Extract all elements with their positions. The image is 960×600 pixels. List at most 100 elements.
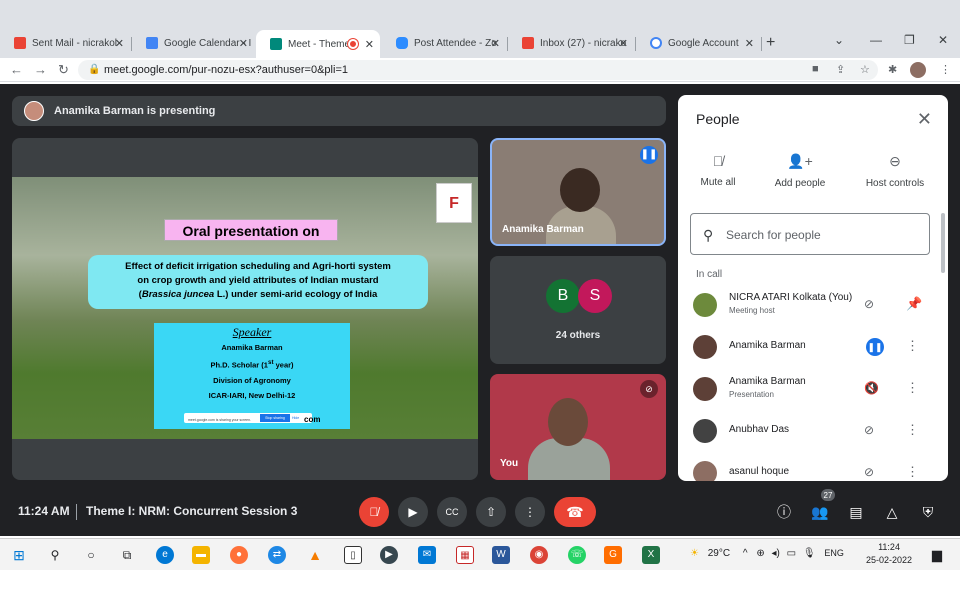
battery-icon[interactable]: ▭ (787, 548, 796, 559)
mic-off-icon[interactable]: ⊘ (864, 465, 874, 479)
mic-off-icon: 🎙̸ (712, 153, 724, 169)
participant-row[interactable]: Anamika Barman Presentation 🔇 ⋮ (678, 369, 948, 409)
audio-off-icon[interactable]: 🔇 (864, 381, 879, 395)
tab-google-calendar[interactable]: Google Calendar - I ✕ (132, 32, 254, 54)
scrollbar[interactable] (941, 213, 945, 273)
taskbar-clock[interactable]: 11:24 25-02-2022 (866, 541, 912, 567)
network-icon[interactable]: ⊕ (756, 548, 764, 559)
more-options-icon[interactable]: ⋮ (906, 464, 919, 480)
leave-call-button[interactable]: ☎ (554, 497, 596, 527)
close-icon[interactable]: ✕ (115, 37, 124, 50)
presenter-tile[interactable]: ❚❚ Anamika Barman (490, 138, 666, 246)
chevron-down-icon[interactable]: ⌄ (834, 33, 844, 47)
mic-off-icon[interactable]: ⊘ (864, 423, 874, 437)
close-window-icon[interactable]: ✕ (938, 33, 948, 47)
chevron-up-icon[interactable]: ^ (743, 548, 748, 559)
more-options-button[interactable]: ⋮ (515, 497, 545, 527)
weather-icon[interactable]: ☀ (690, 548, 699, 559)
hide-button[interactable]: Hide (292, 414, 299, 422)
activities-icon[interactable]: △ (882, 502, 902, 522)
more-options-icon[interactable]: ⋮ (906, 422, 919, 438)
tab-inbox[interactable]: Inbox (27) - nicrako ✕ (508, 32, 634, 54)
captions-button[interactable]: CC (437, 497, 467, 527)
minimize-icon[interactable]: — (870, 33, 882, 47)
host-controls-button[interactable]: ⊖ Host controls (850, 153, 940, 189)
volume-icon[interactable]: ◂) (772, 548, 780, 559)
whatsapp-icon[interactable]: ☏ (568, 546, 586, 564)
close-icon[interactable]: ✕ (365, 38, 374, 51)
more-options-icon[interactable]: ⋮ (906, 338, 919, 354)
mic-tray-icon[interactable]: 🎙 (803, 548, 816, 559)
notifications-icon[interactable]: ▆ (928, 546, 946, 564)
camera-icon[interactable]: ■ (812, 63, 819, 75)
avatar (693, 293, 717, 317)
close-icon[interactable]: ✕ (745, 37, 754, 50)
edge-icon[interactable]: e (156, 546, 174, 564)
windows-start-icon[interactable]: ⊞ (10, 546, 28, 564)
audio-level-icon: ❚❚ (640, 146, 658, 164)
tab-sent-mail[interactable]: Sent Mail - nicrakol ✕ (0, 32, 130, 54)
tab-post-attendee[interactable]: Post Attendee - Zo ✕ (382, 32, 506, 54)
restore-icon[interactable]: ❐ (904, 33, 915, 47)
excel-icon[interactable]: X (642, 546, 660, 564)
chat-icon[interactable]: ▤ (846, 502, 866, 522)
more-options-icon[interactable]: ⋮ (906, 380, 919, 396)
mic-off-icon[interactable]: ⊘ (864, 297, 874, 311)
info-icon[interactable]: ⓘ (774, 502, 794, 522)
participant-row[interactable]: NICRA ATARI Kolkata (You) Meeting host ⊘… (678, 285, 948, 325)
chrome-icon[interactable]: ◉ (530, 546, 548, 564)
tab-google-account[interactable]: Google Account ✕ (636, 32, 760, 54)
cortana-icon[interactable]: ○ (82, 546, 100, 564)
presentation-stage[interactable]: F Oral presentation on Effect of deficit… (12, 138, 478, 480)
task-view-icon[interactable]: ⧉ (118, 546, 136, 564)
participant-row[interactable]: asanul hoque ⊘ ⋮ (678, 453, 948, 481)
bookmark-star-icon[interactable]: ☆ (860, 63, 870, 76)
menu-dots-icon[interactable]: ⋮ (940, 63, 951, 76)
back-icon[interactable]: ← (10, 62, 23, 77)
teamviewer-icon[interactable]: ⇄ (268, 546, 286, 564)
host-controls-icon[interactable]: ⛨ (918, 502, 938, 522)
camera-button[interactable]: ▶ (398, 497, 428, 527)
search-icon[interactable]: ⚲ (46, 546, 64, 564)
close-icon[interactable]: ✕ (917, 109, 932, 130)
pin-icon[interactable]: 📌 (906, 296, 922, 312)
mail-icon[interactable]: ✉ (418, 546, 436, 564)
self-tile[interactable]: ⊘ You (490, 374, 666, 480)
share-icon[interactable]: ⇪ (836, 63, 845, 76)
people-search-input[interactable]: ⚲ Search for people (690, 213, 930, 255)
word-icon[interactable]: W (492, 546, 510, 564)
profile-avatar[interactable] (910, 62, 926, 78)
firefox-icon[interactable]: ● (230, 546, 248, 564)
app-icon[interactable]: G (604, 546, 622, 564)
stop-sharing-button[interactable]: Stop sharing (260, 414, 290, 422)
reload-icon[interactable]: ↻ (58, 62, 69, 78)
zoom-icon (396, 37, 408, 49)
mic-off-button[interactable]: 🎙̸ (359, 497, 389, 527)
shared-slide: F Oral presentation on Effect of deficit… (12, 177, 478, 439)
extensions-icon[interactable]: ✱ (888, 63, 897, 76)
vlc-icon[interactable]: ▲ (306, 546, 324, 564)
participant-row[interactable]: Anamika Barman ❚❚ ⋮ (678, 327, 948, 367)
calendar-app-icon[interactable]: ▦ (456, 546, 474, 564)
url-input[interactable]: 🔒 meet.google.com/pur-nozu-esx?authuser=… (78, 60, 878, 80)
notepad-icon[interactable]: ▯ (344, 546, 362, 564)
participant-row[interactable]: Anubhav Das ⊘ ⋮ (678, 411, 948, 451)
tab-meet[interactable]: Meet - Theme ✕ (256, 30, 380, 58)
address-bar-row: ← → ↻ 🔒 meet.google.com/pur-nozu-esx?aut… (0, 58, 960, 82)
folder-icon[interactable]: ▬ (192, 546, 210, 564)
meet-main: Anamika Barman is presenting F Oral pres… (0, 84, 960, 536)
slide-title: Oral presentation on (164, 219, 338, 241)
close-icon[interactable]: ✕ (619, 37, 628, 50)
present-button[interactable]: ⇧ (476, 497, 506, 527)
forward-icon[interactable]: → (34, 62, 47, 77)
new-tab-icon[interactable]: + (766, 34, 775, 52)
close-icon[interactable]: ✕ (491, 37, 500, 50)
close-icon[interactable]: ✕ (239, 37, 248, 50)
mute-all-button[interactable]: 🎙̸ Mute all (678, 153, 758, 188)
add-people-button[interactable]: 👤+ Add people (760, 153, 840, 189)
media-player-icon[interactable]: ▶ (380, 546, 398, 564)
people-icon[interactable]: 👥 (810, 502, 830, 522)
avatar (693, 335, 717, 359)
recording-icon (348, 39, 358, 49)
others-tile[interactable]: B S 24 others (490, 256, 666, 364)
